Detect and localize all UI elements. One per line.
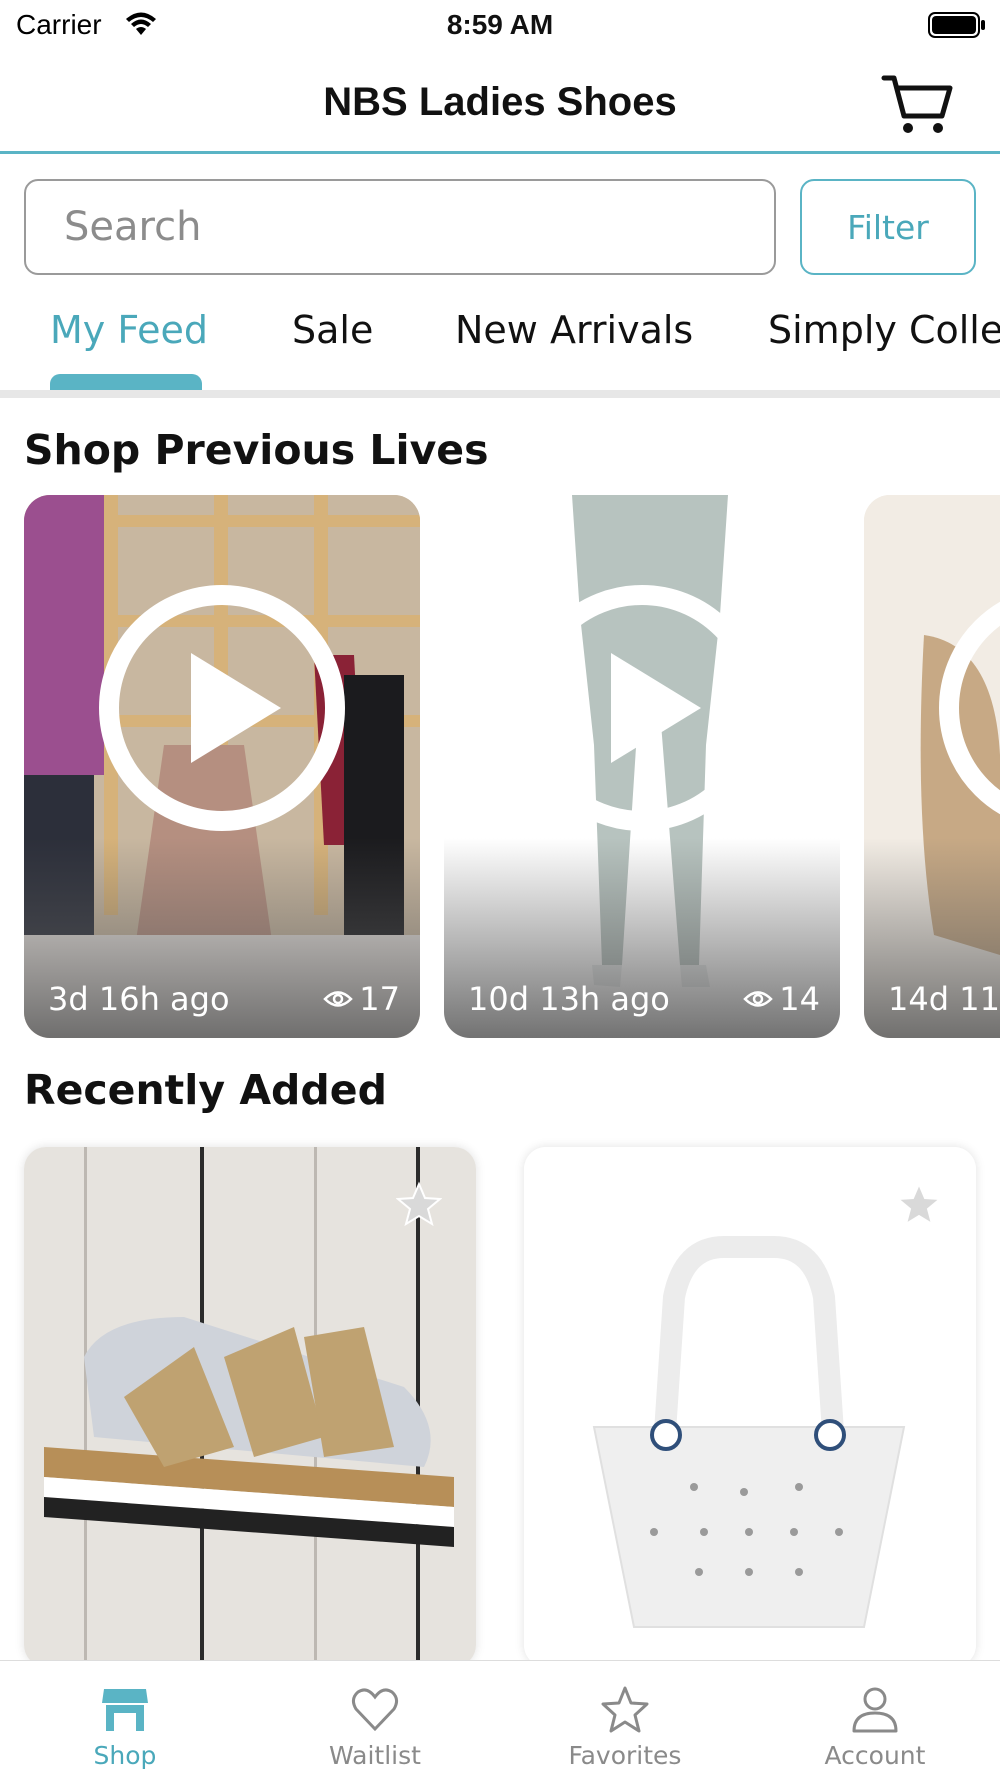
tabbar-label: Favorites [568,1741,682,1770]
live-card[interactable]: 14d 11h [864,495,1000,1038]
live-time-ago: 14d 11h [888,980,1000,1018]
search-input[interactable]: Search [24,179,776,275]
tabbar-label: Waitlist [329,1741,421,1770]
play-icon[interactable] [939,585,1000,831]
live-view-count: 17 [323,980,400,1018]
status-bar: Carrier 8:59 AM [0,0,1000,50]
live-time-ago: 10d 13h ago [468,980,670,1018]
live-card[interactable]: 10d 13h ago 14 [444,495,840,1038]
live-time-ago: 3d 16h ago [48,980,230,1018]
shop-icon [102,1689,148,1731]
clock-time: 8:59 AM [446,9,554,40]
play-icon[interactable] [519,585,765,831]
cart-icon[interactable] [880,70,954,138]
navigation-bar: NBS Ladies Shoes [0,50,1000,154]
filter-button-label: Filter [847,207,929,247]
account-icon [852,1687,898,1733]
tab-simply-collection[interactable]: Simply Collec [768,308,1000,352]
active-tab-indicator [50,374,202,390]
view-count: 14 [779,980,820,1018]
heart-icon [351,1688,399,1732]
page-title: NBS Ladies Shoes [323,80,677,124]
filter-button[interactable]: Filter [800,179,976,275]
tabs-divider [0,390,1000,398]
section-title-previous-lives: Shop Previous Lives [24,426,489,474]
tabbar-item-shop[interactable]: Shop [0,1661,250,1778]
tab-my-feed[interactable]: My Feed [50,308,208,352]
eye-icon [743,991,774,1007]
tabbar-label: Account [824,1741,926,1770]
star-icon [601,1686,649,1733]
tab-sale[interactable]: Sale [292,308,373,352]
section-title-recently-added: Recently Added [24,1066,387,1114]
favorite-star-icon[interactable] [396,1181,442,1227]
tabbar-label: Shop [93,1741,157,1770]
favorite-star-icon[interactable] [896,1181,942,1227]
eye-icon [323,991,354,1007]
view-count: 17 [359,980,400,1018]
tabbar-item-waitlist[interactable]: Waitlist [250,1661,500,1778]
search-placeholder: Search [64,204,202,250]
bottom-tab-bar: Shop Waitlist Favorites Account [0,1660,1000,1778]
live-card[interactable]: 3d 16h ago 17 [24,495,420,1038]
battery-icon [928,12,985,38]
tabbar-item-favorites[interactable]: Favorites [500,1661,750,1778]
product-card[interactable] [24,1147,476,1667]
product-card[interactable] [524,1147,976,1667]
tabbar-item-account[interactable]: Account [750,1661,1000,1778]
tab-new-arrivals[interactable]: New Arrivals [455,308,693,352]
category-tabs: My Feed Sale New Arrivals Simply Collec [0,290,1000,390]
live-view-count: 14 [743,980,820,1018]
play-icon[interactable] [99,585,345,831]
